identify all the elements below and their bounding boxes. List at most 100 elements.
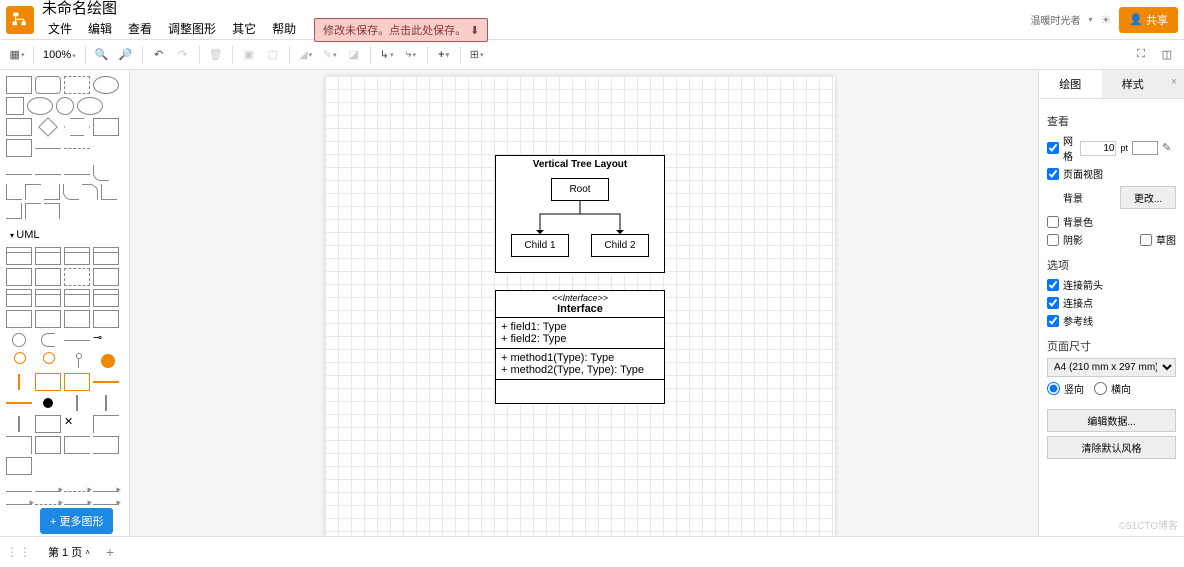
conn-curve7[interactable] bbox=[101, 184, 117, 200]
pageview-checkbox[interactable] bbox=[1047, 168, 1059, 180]
interface-header[interactable]: <<Interface>> Interface bbox=[496, 291, 664, 317]
grid-color-swatch[interactable] bbox=[1132, 141, 1158, 155]
tree-root[interactable]: Root bbox=[551, 178, 609, 201]
shape-hline[interactable] bbox=[35, 148, 61, 149]
uml-conn2[interactable] bbox=[35, 491, 61, 493]
uml-conn3[interactable] bbox=[64, 491, 90, 493]
uml-orange3[interactable] bbox=[93, 381, 119, 383]
uml-class2[interactable] bbox=[35, 247, 61, 265]
uml-frame5[interactable] bbox=[6, 457, 32, 475]
connpoint-checkbox[interactable] bbox=[1047, 297, 1059, 309]
shape-ring[interactable] bbox=[77, 97, 103, 115]
shape-dashed[interactable] bbox=[64, 148, 90, 149]
page[interactable]: Vertical Tree Layout Root Child 1 Child … bbox=[325, 76, 835, 536]
tab-diagram[interactable]: 绘图 bbox=[1039, 70, 1102, 98]
interface-empty[interactable] bbox=[496, 379, 664, 403]
shape-note[interactable] bbox=[93, 118, 119, 136]
uml-fork[interactable] bbox=[64, 340, 90, 341]
canvas[interactable]: Vertical Tree Layout Root Child 1 Child … bbox=[130, 70, 1038, 536]
conn-curve1[interactable] bbox=[93, 165, 109, 181]
conn-curve2[interactable] bbox=[6, 184, 22, 200]
app-logo[interactable] bbox=[6, 6, 34, 34]
interface-methods[interactable]: + method1(Type): Type + method2(Type, Ty… bbox=[496, 348, 664, 379]
uml-bar3[interactable] bbox=[18, 416, 20, 432]
zoom-level[interactable]: 100% bbox=[39, 49, 80, 61]
share-button[interactable]: 👤 共享 bbox=[1119, 7, 1178, 33]
uml-conn4[interactable] bbox=[93, 491, 119, 493]
uml-comp2[interactable] bbox=[35, 289, 61, 307]
uml-halfcircle[interactable] bbox=[41, 333, 55, 347]
uml-actor-orange2[interactable] bbox=[41, 352, 55, 370]
view-dropdown[interactable]: ▦ bbox=[6, 44, 28, 66]
conn-2[interactable] bbox=[35, 174, 61, 175]
uml-conn8[interactable] bbox=[93, 504, 119, 506]
conn-1[interactable] bbox=[6, 174, 32, 175]
menu-edit[interactable]: 编辑 bbox=[82, 18, 118, 42]
uml-conn1[interactable] bbox=[6, 491, 32, 493]
conn-curve10[interactable] bbox=[44, 203, 60, 219]
conn-curve6[interactable] bbox=[82, 184, 98, 200]
shape-card[interactable] bbox=[6, 139, 32, 157]
landscape-radio[interactable] bbox=[1094, 382, 1107, 395]
to-back-icon[interactable]: ▢ bbox=[262, 44, 284, 66]
uml-orange1[interactable] bbox=[35, 373, 61, 391]
uml-frame3[interactable] bbox=[64, 436, 90, 454]
uml-comp3[interactable] bbox=[64, 289, 90, 307]
table-icon[interactable]: ⊞ bbox=[466, 44, 488, 66]
uml-frame1[interactable] bbox=[35, 415, 61, 433]
shape-square[interactable] bbox=[6, 97, 24, 115]
uml-end[interactable] bbox=[43, 398, 53, 408]
uml-bar2[interactable] bbox=[105, 395, 107, 411]
to-front-icon[interactable]: ▣ bbox=[238, 44, 260, 66]
tab-style[interactable]: 样式 bbox=[1102, 70, 1165, 98]
uml-x[interactable]: ✕ bbox=[64, 415, 90, 433]
pagesize-select[interactable]: A4 (210 mm x 297 mm) bbox=[1047, 358, 1176, 377]
shape-text[interactable] bbox=[64, 76, 90, 94]
menu-view[interactable]: 查看 bbox=[122, 18, 158, 42]
shape-rect[interactable] bbox=[6, 76, 32, 94]
delete-icon[interactable]: 🗑 bbox=[205, 44, 227, 66]
interface-fields[interactable]: + field1: Type + field2: Type bbox=[496, 317, 664, 348]
outline-icon[interactable]: ⋮⋮ bbox=[6, 545, 32, 559]
uml-circle[interactable] bbox=[12, 333, 26, 347]
uml-class3[interactable] bbox=[64, 247, 90, 265]
theme-icon[interactable]: ☀ bbox=[1101, 13, 1112, 27]
document-title[interactable]: 未命名绘图 bbox=[42, 0, 476, 18]
shape-circle[interactable] bbox=[56, 97, 74, 115]
field-row[interactable]: + field2: Type bbox=[501, 333, 659, 345]
connection-icon[interactable]: ↳ bbox=[376, 44, 398, 66]
uml-actor-orange[interactable] bbox=[12, 352, 26, 370]
redo-icon[interactable]: ↷ bbox=[172, 44, 194, 66]
connarrow-checkbox[interactable] bbox=[1047, 279, 1059, 291]
uml-corner1[interactable] bbox=[93, 415, 119, 433]
waypoints-icon[interactable]: ⤷ bbox=[400, 44, 422, 66]
uml-conn7[interactable] bbox=[64, 504, 90, 506]
uml-pkg3[interactable] bbox=[64, 310, 90, 328]
fill-color-icon[interactable]: ◢ bbox=[295, 44, 317, 66]
uml-orange2[interactable] bbox=[64, 373, 90, 391]
category-uml[interactable]: UML bbox=[2, 225, 127, 245]
uml-start[interactable] bbox=[101, 354, 115, 368]
uml-conn6[interactable] bbox=[35, 504, 61, 506]
more-shapes-button[interactable]: + 更多图形 bbox=[40, 508, 113, 534]
menu-help[interactable]: 帮助 bbox=[266, 18, 302, 42]
field-row[interactable]: + field1: Type bbox=[501, 321, 659, 333]
method-row[interactable]: + method1(Type): Type bbox=[501, 352, 659, 364]
user-label[interactable]: 温暖时光者 bbox=[1031, 12, 1081, 27]
shape-process[interactable] bbox=[6, 118, 32, 136]
conn-curve8[interactable] bbox=[6, 203, 22, 219]
uml-frame4[interactable] bbox=[93, 436, 119, 454]
uml-frame2[interactable] bbox=[35, 436, 61, 454]
interface-box[interactable]: <<Interface>> Interface + field1: Type +… bbox=[495, 290, 665, 404]
close-panel-icon[interactable]: × bbox=[1164, 70, 1184, 98]
page-tab-1[interactable]: 第 1 页 ˄ bbox=[40, 541, 98, 563]
shape-ellipse[interactable] bbox=[93, 76, 119, 94]
uml-pkg1[interactable] bbox=[6, 310, 32, 328]
uml-corner2[interactable] bbox=[6, 436, 32, 454]
shape-hexagon[interactable] bbox=[64, 118, 90, 136]
uml-pkg4[interactable] bbox=[93, 310, 119, 328]
tree-title[interactable]: Vertical Tree Layout bbox=[496, 156, 664, 173]
menu-file[interactable]: 文件 bbox=[42, 18, 78, 42]
chevron-up-icon[interactable]: ˄ bbox=[85, 548, 90, 557]
add-page-button[interactable]: + bbox=[106, 544, 114, 560]
